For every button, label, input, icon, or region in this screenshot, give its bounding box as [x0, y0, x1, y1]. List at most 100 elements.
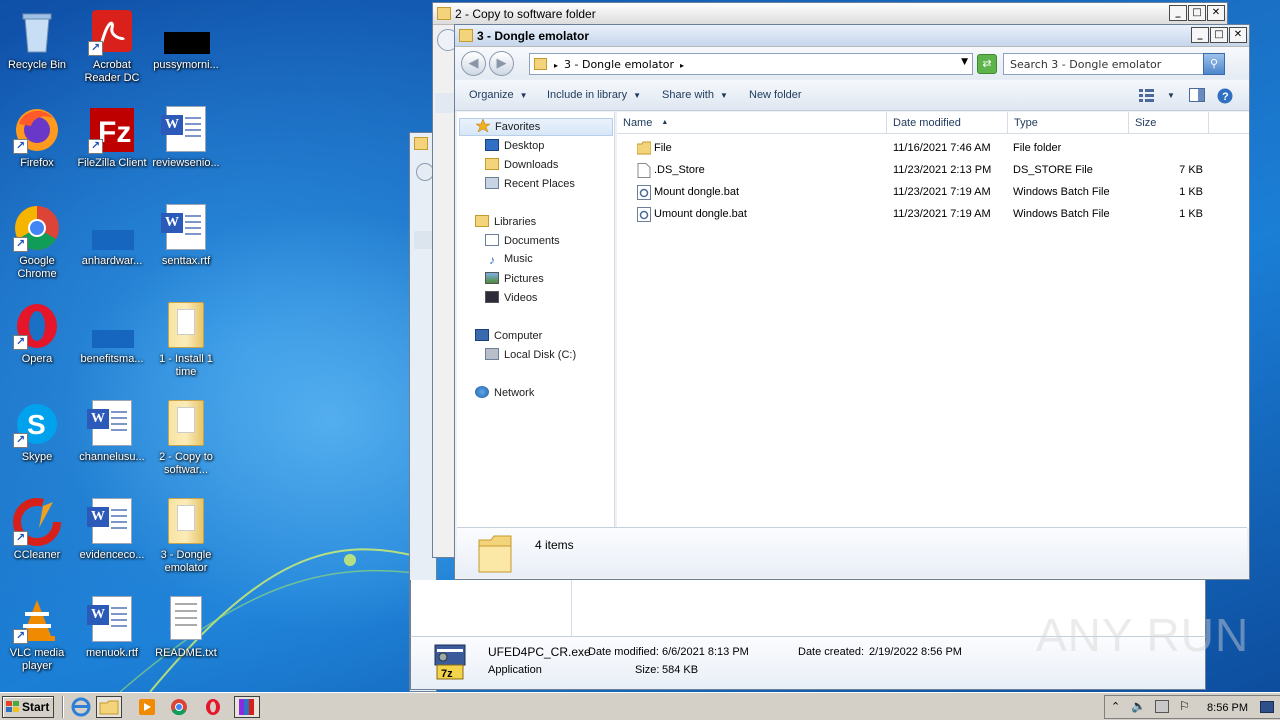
- desktop-icon-ccleaner[interactable]: ↗ CCleaner: [0, 494, 74, 584]
- refresh-icon[interactable]: ⇄: [977, 54, 997, 74]
- desktop-icon-pussymorni[interactable]: pussymorni...: [149, 4, 223, 94]
- search-box[interactable]: Search 3 - Dongle emolator ⚲: [1003, 53, 1225, 75]
- word-document-icon: W: [161, 204, 210, 252]
- desktop-icon-benefitsma[interactable]: benefitsma...: [75, 298, 149, 388]
- new-folder-button[interactable]: New folder: [749, 89, 802, 101]
- close-button[interactable]: ✕: [1229, 27, 1247, 43]
- nav-favorites[interactable]: Favorites: [459, 118, 613, 136]
- table-row[interactable]: Mount dongle.bat 11/23/2021 7:19 AM Wind…: [617, 182, 1249, 204]
- shortcut-arrow-icon: ↗: [13, 629, 28, 644]
- pictures-icon: [485, 272, 499, 284]
- desktop-icon-filezilla[interactable]: Fz ↗ FileZilla Client: [75, 102, 149, 192]
- show-desktop-icon[interactable]: [1260, 701, 1274, 713]
- desktop-icon-senttax[interactable]: W senttax.rtf: [149, 200, 223, 290]
- batch-file-icon: [637, 207, 651, 222]
- include-in-library-button[interactable]: Include in library ▼: [547, 89, 641, 101]
- back-button[interactable]: ◀: [461, 51, 486, 76]
- breadcrumb-chevron-icon[interactable]: ▸: [680, 61, 684, 70]
- nav-downloads[interactable]: Downloads: [485, 158, 558, 176]
- taskbar-ie-icon[interactable]: [68, 696, 94, 718]
- desktop-icon-install-folder[interactable]: 1 - Install 1 time: [149, 298, 223, 388]
- nav-music[interactable]: ♪ Music: [485, 253, 533, 271]
- word-document-icon: W: [87, 400, 136, 448]
- action-center-flag-icon[interactable]: ⚐: [1179, 699, 1190, 713]
- desktop-icon-reviewsenio[interactable]: W reviewsenio...: [149, 102, 223, 192]
- taskbar-opera-icon[interactable]: [200, 696, 226, 718]
- desktop-icon-firefox[interactable]: ↗ Firefox: [0, 102, 74, 192]
- desktop-icon-channelusu[interactable]: W channelusu...: [75, 396, 149, 486]
- address-bar[interactable]: ▸ 3 - Dongle emolator ▸ ▼: [529, 53, 973, 75]
- taskbar-winrar-icon[interactable]: [234, 696, 260, 718]
- search-input[interactable]: Search 3 - Dongle emolator: [1010, 58, 1161, 71]
- installer-7z-icon: 7z: [433, 643, 467, 685]
- file-date: 11/23/2021 7:19 AM: [893, 208, 991, 220]
- start-button[interactable]: Start: [2, 696, 54, 718]
- taskbar-media-player-icon[interactable]: [134, 696, 160, 718]
- breadcrumb-chevron-icon[interactable]: ▸: [554, 61, 558, 70]
- desktop-icon-acrobat[interactable]: ↗ Acrobat Reader DC: [75, 4, 149, 94]
- file-icon: [637, 163, 651, 178]
- column-header-date-modified[interactable]: Date modified: [887, 112, 1008, 134]
- desktop-icon-skype[interactable]: S ↗ Skype: [0, 396, 74, 486]
- documents-icon: [485, 234, 499, 246]
- nav-local-disk[interactable]: Local Disk (C:): [485, 348, 576, 366]
- table-row[interactable]: File 11/16/2021 7:46 AM File folder: [617, 138, 1249, 160]
- view-options-icon[interactable]: [1139, 88, 1155, 102]
- minimize-button[interactable]: _: [1191, 27, 1209, 43]
- nav-desktop[interactable]: Desktop: [485, 139, 544, 157]
- maximize-button[interactable]: □: [1210, 27, 1228, 43]
- ccleaner-icon: ↗: [13, 498, 61, 546]
- column-header-type[interactable]: Type: [1008, 112, 1129, 134]
- desktop-icon-evidenceco[interactable]: W evidenceco...: [75, 494, 149, 584]
- title-bar[interactable]: 3 - Dongle emolator _ □ ✕: [455, 25, 1249, 47]
- help-icon[interactable]: ?: [1217, 88, 1233, 104]
- column-header-size[interactable]: Size: [1129, 112, 1209, 134]
- title-bar[interactable]: 2 - Copy to software folder _ □ ✕: [433, 3, 1227, 25]
- desktop-icon-dongle-folder[interactable]: 3 - Dongle emolator: [149, 494, 223, 584]
- close-button[interactable]: ✕: [1207, 5, 1225, 21]
- nav-network[interactable]: Network: [475, 386, 534, 404]
- column-header-name[interactable]: Name ▲: [617, 112, 887, 134]
- desktop-icon-copy-folder[interactable]: 2 - Copy to softwar...: [149, 396, 223, 486]
- nav-libraries[interactable]: Libraries: [475, 215, 536, 233]
- share-with-button[interactable]: Share with ▼: [662, 89, 728, 101]
- desktop-icon-readme[interactable]: README.txt: [149, 592, 223, 682]
- clock[interactable]: 8:56 PM: [1207, 702, 1248, 714]
- desktop-icon-recycle-bin[interactable]: Recycle Bin: [0, 4, 74, 94]
- volume-icon[interactable]: 🔈: [1131, 699, 1146, 713]
- table-row[interactable]: Umount dongle.bat 11/23/2021 7:19 AM Win…: [617, 204, 1249, 226]
- file-type: File folder: [1013, 142, 1062, 154]
- view-dropdown-icon[interactable]: ▼: [1167, 91, 1175, 100]
- nav-videos-label: Videos: [504, 292, 538, 304]
- explorer-window-dongle-emolator[interactable]: 3 - Dongle emolator _ □ ✕ ◀ ▶ ▸ 3 - Dongl…: [454, 24, 1250, 580]
- preview-pane-icon[interactable]: [1189, 88, 1205, 102]
- nav-documents[interactable]: Documents: [485, 234, 560, 252]
- maximize-button[interactable]: □: [1188, 5, 1206, 21]
- nav-computer[interactable]: Computer: [475, 329, 542, 347]
- show-hidden-icons[interactable]: ⌃: [1111, 700, 1120, 713]
- nav-pictures[interactable]: Pictures: [485, 272, 544, 290]
- libraries-icon: [475, 215, 489, 227]
- forward-button[interactable]: ▶: [489, 51, 514, 76]
- breadcrumb-current[interactable]: 3 - Dongle emolator: [564, 58, 674, 71]
- search-icon[interactable]: ⚲: [1203, 53, 1225, 75]
- desktop-icon-vlc[interactable]: ↗ VLC media player: [0, 592, 74, 682]
- taskbar-chrome-icon[interactable]: [166, 696, 192, 718]
- nav-recent-places[interactable]: Recent Places: [485, 177, 575, 195]
- word-document-icon: W: [87, 596, 136, 644]
- blank-file-icon: [88, 302, 136, 350]
- nav-videos[interactable]: Videos: [485, 291, 537, 309]
- desktop-icon-menuok[interactable]: W menuok.rtf: [75, 592, 149, 682]
- network-tray-icon[interactable]: [1155, 700, 1169, 713]
- file-name: .DS_Store: [654, 164, 705, 176]
- desktop-icon-chrome[interactable]: ↗ Google Chrome: [0, 200, 74, 290]
- nav-computer-label: Computer: [494, 330, 543, 342]
- organize-label: Organize: [469, 89, 514, 101]
- organize-button[interactable]: Organize ▼: [469, 89, 528, 101]
- desktop-icon-opera[interactable]: ↗ Opera: [0, 298, 74, 388]
- minimize-button[interactable]: _: [1169, 5, 1187, 21]
- table-row[interactable]: .DS_Store 11/23/2021 2:13 PM DS_STORE Fi…: [617, 160, 1249, 182]
- desktop-icon-anhardwar[interactable]: anhardwar...: [75, 200, 149, 290]
- address-dropdown-icon[interactable]: ▼: [961, 57, 968, 67]
- taskbar-explorer-icon[interactable]: [96, 696, 122, 718]
